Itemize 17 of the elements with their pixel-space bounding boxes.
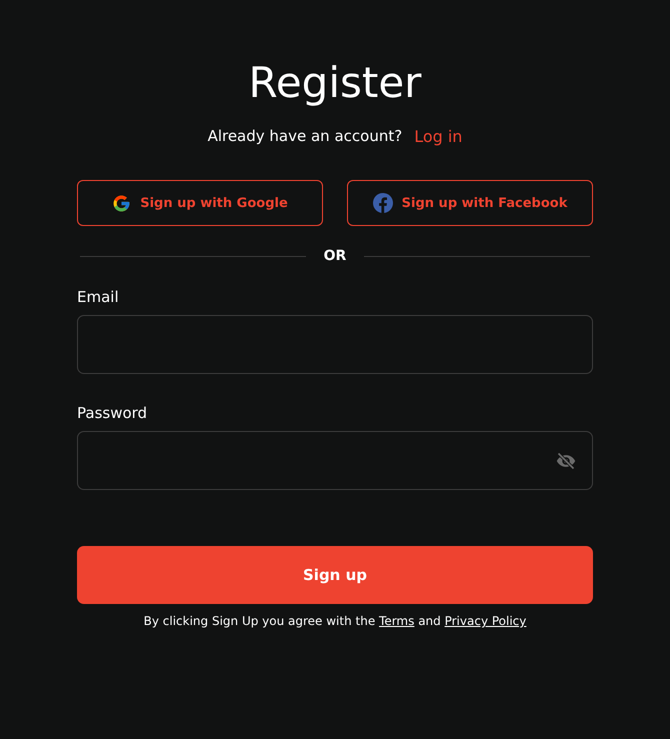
login-link[interactable]: Log in — [414, 127, 462, 146]
login-prompt: Already have an account? — [208, 127, 402, 146]
privacy-link[interactable]: Privacy Policy — [444, 614, 526, 628]
terms-link[interactable]: Terms — [379, 614, 414, 628]
field-label: Email — [77, 288, 120, 306]
email-field[interactable] — [77, 315, 593, 374]
page-title: Register — [248, 58, 422, 107]
eye-slash-icon[interactable] — [556, 450, 576, 470]
facebook-icon — [372, 193, 393, 213]
signup-button[interactable]: Sign up — [77, 546, 593, 604]
social-signup-button[interactable]: Sign up with Google — [77, 180, 323, 226]
field-label: Password — [77, 404, 148, 422]
password-field[interactable] — [77, 431, 593, 490]
legal-notice: By clicking Sign Up you agree with the Terms and Privacy Policy — [142, 614, 528, 628]
social-signup-button[interactable]: Sign up with Facebook — [347, 180, 593, 226]
divider-label: OR — [324, 248, 346, 264]
google-icon — [112, 194, 132, 212]
